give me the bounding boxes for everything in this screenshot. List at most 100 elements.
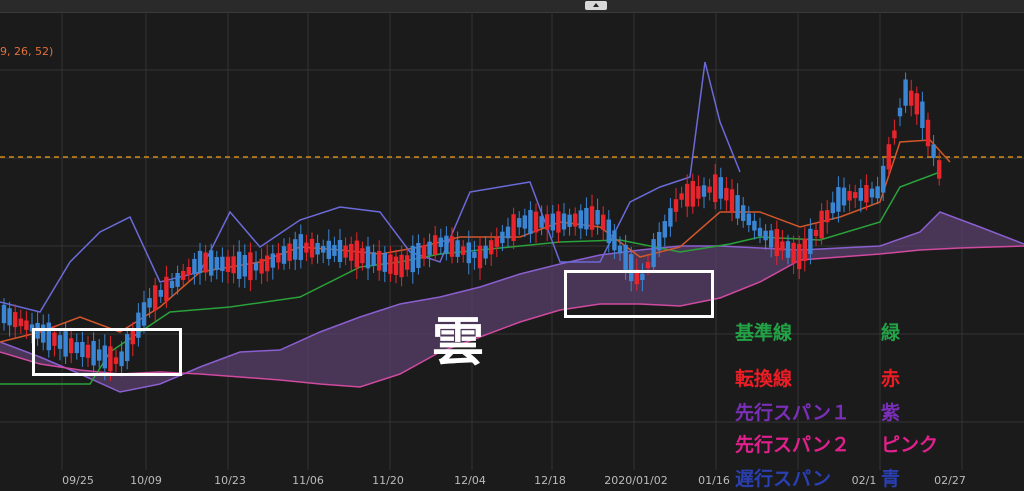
- candle-body: [349, 243, 354, 261]
- x-tick-label: 12/18: [534, 474, 566, 487]
- collapse-toggle-button[interactable]: [585, 1, 607, 10]
- candle-body: [847, 191, 852, 201]
- candle-body: [192, 258, 197, 275]
- candle-body: [785, 241, 791, 258]
- candle-body: [567, 214, 572, 227]
- candle-body: [298, 234, 303, 261]
- candle-body: [483, 245, 488, 259]
- candle-body: [203, 252, 208, 273]
- x-tick-label: 2020/01/02: [604, 474, 668, 487]
- candle-body: [220, 256, 225, 272]
- candle-body: [315, 243, 320, 255]
- candle-body: [651, 239, 656, 268]
- candle-body: [539, 216, 544, 228]
- candle-body: [707, 186, 712, 193]
- candle-body: [489, 240, 494, 255]
- x-tick-label: 09/25: [62, 474, 94, 487]
- candle-body: [449, 236, 455, 257]
- candle-body: [668, 208, 673, 227]
- candle-body: [287, 243, 292, 261]
- candle-body: [545, 214, 550, 230]
- candle-body: [444, 235, 449, 254]
- x-tick-label: 11/06: [292, 474, 324, 487]
- candle-body: [281, 246, 287, 264]
- candle-body: [802, 238, 807, 262]
- candle-body: [623, 244, 628, 273]
- candle-body: [808, 228, 813, 255]
- candle-body: [791, 242, 796, 264]
- candle-body: [617, 245, 623, 254]
- candle-body: [410, 245, 415, 273]
- candle-body: [214, 257, 219, 270]
- candle-body: [584, 207, 589, 230]
- candle-body: [713, 174, 718, 203]
- candle-body: [371, 252, 376, 266]
- candle-body: [696, 186, 701, 199]
- candle-body: [365, 246, 371, 269]
- candle-body: [18, 318, 23, 327]
- x-tick-label: 10/23: [214, 474, 246, 487]
- candle-body: [477, 245, 483, 269]
- candle-body: [528, 210, 533, 234]
- candle-body: [595, 210, 600, 225]
- candle-body: [388, 254, 393, 274]
- legend-color-name: 緑: [881, 322, 901, 344]
- candle-body: [354, 240, 359, 268]
- candle-body: [186, 267, 191, 275]
- candle-body: [685, 183, 690, 207]
- candle-body: [869, 188, 875, 198]
- x-tick-label: 01/16: [698, 474, 730, 487]
- candle-body: [326, 240, 331, 259]
- candle-body: [259, 258, 264, 274]
- candle-body: [13, 312, 18, 328]
- candle-body: [914, 93, 919, 115]
- candle-body: [416, 242, 421, 269]
- candle-body: [886, 144, 891, 170]
- candle-body: [231, 256, 236, 274]
- candle-body: [242, 255, 247, 277]
- candle-body: [438, 237, 443, 248]
- candle-body: [164, 276, 169, 302]
- candle-body: [735, 195, 740, 219]
- candle-body: [763, 230, 768, 241]
- candle-body: [724, 187, 729, 201]
- candle-body: [175, 273, 180, 287]
- legend-line-name: 先行スパン１: [735, 402, 850, 424]
- candle-body: [830, 202, 835, 214]
- candle-body: [841, 187, 847, 206]
- ichimoku-chart: [0, 12, 1024, 470]
- candle-body: [550, 213, 555, 231]
- candle-body: [421, 245, 427, 259]
- candle-body: [455, 240, 460, 257]
- candle-body: [209, 250, 214, 276]
- candle-body: [1, 304, 7, 324]
- candle-body: [903, 79, 908, 106]
- x-tick-label: 02/27: [934, 474, 966, 487]
- candle-body: [321, 246, 326, 253]
- candle-body: [181, 270, 186, 280]
- candle-body: [377, 250, 382, 271]
- candle-body: [427, 241, 432, 256]
- candle-body: [606, 219, 611, 244]
- candle-body: [253, 262, 259, 271]
- candle-body: [746, 213, 751, 226]
- cloud-annotation: 雲: [432, 313, 485, 373]
- candle-body: [864, 185, 869, 203]
- candle-body: [265, 255, 270, 272]
- candle-body: [517, 218, 522, 228]
- candle-body: [147, 298, 152, 308]
- candle-body: [937, 160, 942, 179]
- candle-body: [461, 246, 466, 255]
- candle-body: [197, 250, 203, 274]
- candle-body: [679, 193, 684, 200]
- candle-body: [718, 177, 723, 199]
- candle-body: [909, 90, 914, 106]
- candle-body: [276, 253, 281, 263]
- candle-body: [825, 210, 830, 223]
- candle-body: [657, 231, 662, 251]
- candle-body: [673, 199, 679, 212]
- candle-body: [304, 242, 309, 253]
- candle-body: [293, 239, 298, 260]
- candle-body: [931, 144, 936, 158]
- legend-color-name: 紫: [881, 402, 901, 424]
